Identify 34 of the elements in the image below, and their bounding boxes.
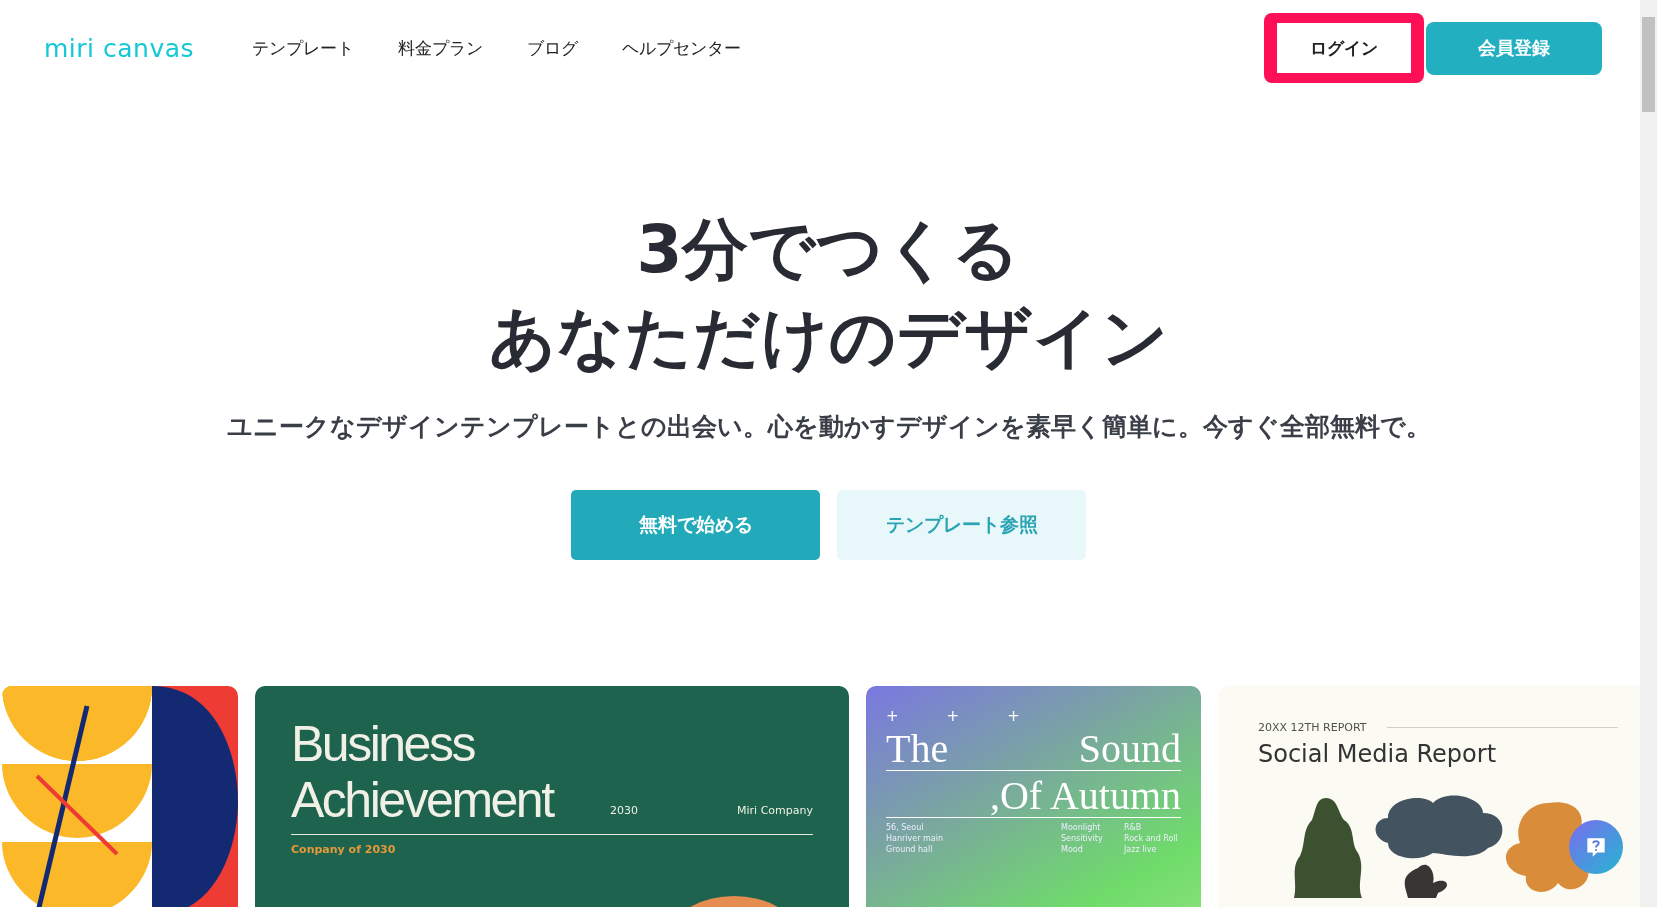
- template-detail: Hanriver main: [886, 833, 944, 844]
- template-detail: Moonlight: [1061, 822, 1102, 833]
- template-company: Miri Company: [737, 804, 813, 817]
- hero-title: 3分でつくる: [636, 210, 1021, 290]
- nav-link[interactable]: ブログ: [527, 36, 579, 60]
- plus-mark: +: [1007, 708, 1020, 724]
- nav-link[interactable]: 料金プラン: [398, 36, 484, 60]
- nav-link[interactable]: ヘルプセンター: [622, 36, 742, 60]
- login-button[interactable]: ログイン: [1277, 23, 1411, 73]
- nav-link[interactable]: テンプレート: [252, 36, 355, 60]
- template-detail: Sensitivity: [1061, 833, 1104, 844]
- template-detail: Rock and Roll: [1124, 833, 1178, 844]
- plus-mark: +: [886, 708, 899, 724]
- hero-title: あなただけのデザイン: [488, 298, 1169, 378]
- template-year: 2030: [610, 804, 638, 817]
- template-title: Sound: [1078, 728, 1181, 770]
- template-detail: Ground hall: [886, 844, 934, 855]
- template-card[interactable]: Business Achievement 2030 Miri Company Conpany of 2030: [255, 686, 849, 907]
- template-title: Achievement: [291, 772, 553, 828]
- template-eyebrow: 20XX 12TH REPORT: [1258, 721, 1367, 734]
- template-detail: 56, Seoul: [886, 822, 925, 833]
- hero-subtitle: ユニークなデザインテンプレートとの出会い。心を動かすデザインを素早く簡単に。今すぐ全部無料で。: [226, 411, 1431, 443]
- template-title: Business: [291, 716, 474, 772]
- scrollbar[interactable]: [1640, 0, 1657, 907]
- template-title: The: [886, 728, 949, 770]
- template-card[interactable]: 20XX 12TH REPORT Social Media Report: [1218, 686, 1640, 907]
- template-title: ,Of Autumn: [989, 775, 1181, 817]
- abstract-shapes-drawing[interactable]: [2, 686, 238, 907]
- plus-mark: +: [946, 708, 960, 724]
- template-detail: R&B: [1124, 822, 1143, 833]
- template-detail: Jazz live: [1124, 844, 1158, 855]
- template-detail: Mood: [1061, 844, 1084, 855]
- template-tagline: Conpany of 2030: [291, 843, 396, 856]
- template-title: Social Media Report: [1258, 740, 1498, 768]
